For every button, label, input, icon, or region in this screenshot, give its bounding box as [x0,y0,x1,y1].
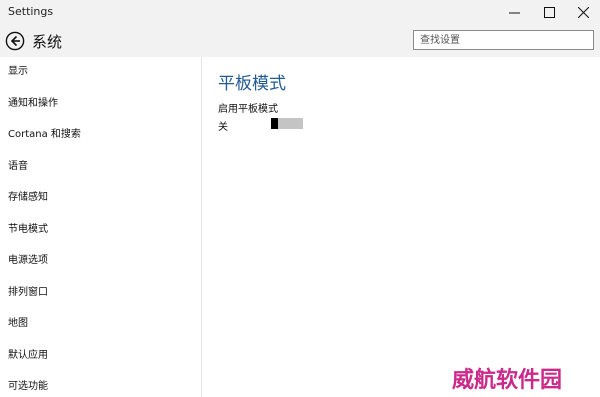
sidebar-item-battery-saver[interactable]: 节电模式 [8,222,48,238]
sidebar-item-cortana-search[interactable]: Cortana 和搜索 [8,127,81,143]
page-header: 系统 [0,25,600,57]
toggle-knob [271,118,278,129]
sidebar-item-notifications[interactable]: 通知和操作 [8,96,58,112]
minimize-icon [509,12,520,14]
toggle-state-text: 关 [218,122,228,133]
close-button[interactable] [567,0,600,25]
window-title: Settings [8,5,54,18]
minimize-button[interactable] [498,0,531,25]
search-input[interactable] [413,30,594,50]
sidebar-item-optional-features[interactable]: 可选功能 [8,379,48,395]
sidebar-item-speech[interactable]: 语音 [8,159,28,175]
close-icon [578,7,589,18]
sidebar-item-multitasking[interactable]: 排列窗口 [8,285,48,301]
section-heading: 平板模式 [218,74,286,94]
back-button[interactable] [5,31,25,51]
sidebar-item-maps[interactable]: 地图 [8,316,28,332]
back-arrow-icon [5,31,25,51]
tablet-mode-label: 启用平板模式 [218,104,278,115]
maximize-button[interactable] [533,0,566,25]
sidebar: 显示 通知和操作 Cortana 和搜索 语音 存储感知 节电模式 电源选项 排… [0,57,202,397]
watermark: 威航软件园 [452,367,563,393]
tablet-mode-toggle[interactable] [271,118,303,129]
sidebar-item-default-apps[interactable]: 默认应用 [8,348,48,364]
title-bar: Settings [0,0,600,25]
sidebar-item-power[interactable]: 电源选项 [8,253,48,269]
main-content: 平板模式 启用平板模式 关 [203,57,600,397]
sidebar-item-display[interactable]: 显示 [8,64,28,80]
maximize-icon [544,7,555,18]
page-title: 系统 [32,33,63,51]
sidebar-item-storage-sense[interactable]: 存储感知 [8,190,48,206]
